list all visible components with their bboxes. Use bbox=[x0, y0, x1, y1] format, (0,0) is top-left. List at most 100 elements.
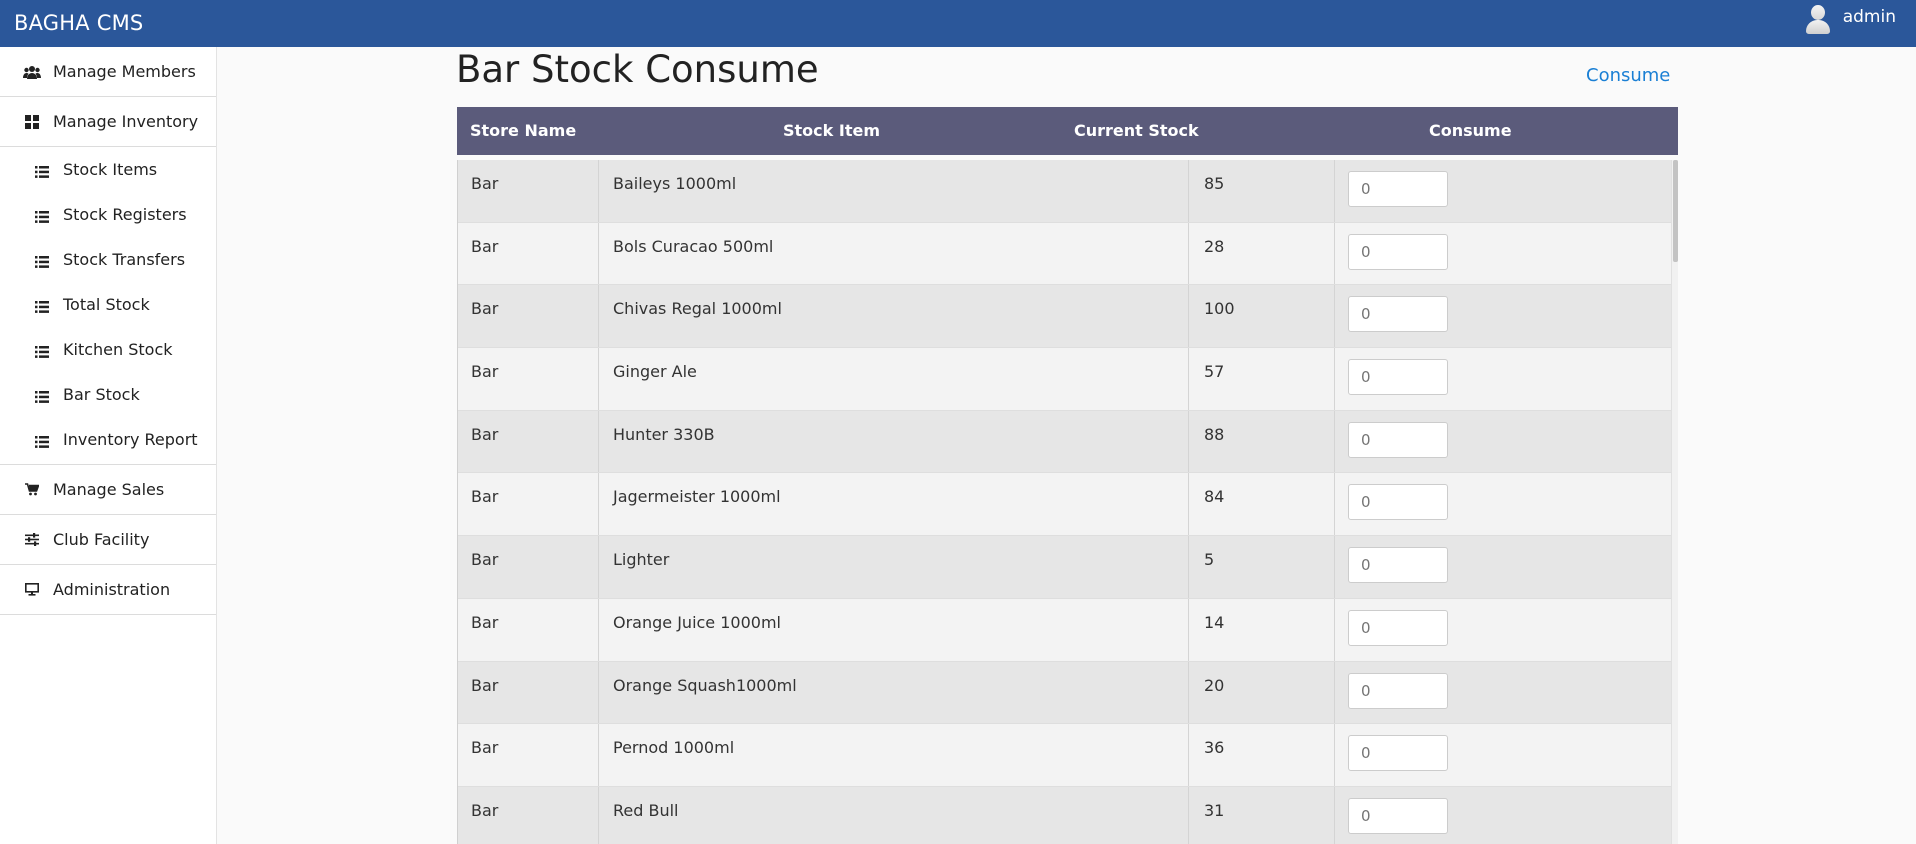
list-icon bbox=[35, 253, 51, 268]
consume-cell bbox=[1335, 348, 1671, 410]
sidebar-item-manage-members[interactable]: Manage Members bbox=[0, 47, 216, 97]
header-store-name[interactable]: Store Name bbox=[470, 121, 576, 140]
consume-cell bbox=[1335, 411, 1671, 473]
inventory-submenu: Stock Items Stock Registers Stock Transf… bbox=[0, 147, 216, 465]
user-name[interactable]: admin bbox=[1843, 7, 1896, 27]
sidebar-item-label: Inventory Report bbox=[63, 430, 198, 449]
table-scrollbar[interactable] bbox=[1671, 160, 1678, 844]
consume-input[interactable] bbox=[1348, 171, 1448, 207]
user-avatar-icon[interactable] bbox=[1803, 4, 1833, 34]
sliders-icon bbox=[22, 532, 42, 548]
stock-table: Store Name Stock Item Current Stock Cons… bbox=[457, 107, 1678, 844]
scrollbar-thumb[interactable] bbox=[1673, 160, 1678, 262]
store-name-cell: Bar bbox=[458, 410, 599, 473]
sidebar-item-administration[interactable]: Administration bbox=[0, 565, 216, 615]
consume-input[interactable] bbox=[1348, 609, 1448, 646]
users-icon bbox=[22, 64, 42, 80]
list-icon bbox=[35, 163, 51, 178]
sidebar-item-club-facility[interactable]: Club Facility bbox=[0, 515, 216, 565]
list-icon bbox=[35, 208, 51, 223]
sidebar-item-label: Stock Transfers bbox=[63, 250, 186, 269]
stock-item-cell: Pernod 1000ml bbox=[599, 724, 1189, 786]
header-consume[interactable]: Consume bbox=[1429, 121, 1512, 140]
monitor-icon bbox=[22, 582, 42, 598]
store-name-cell: Bar bbox=[458, 348, 599, 410]
consume-input[interactable] bbox=[1348, 233, 1448, 270]
sidebar-item-manage-inventory[interactable]: Manage Inventory bbox=[0, 97, 216, 147]
table-header: Store Name Stock Item Current Stock Cons… bbox=[457, 107, 1678, 155]
consume-cell bbox=[1335, 599, 1671, 661]
header-stock-item[interactable]: Stock Item bbox=[783, 121, 880, 140]
table-row: Bar Jagermeister 1000ml 84 bbox=[458, 473, 1671, 537]
list-icon bbox=[35, 388, 51, 403]
consume-cell bbox=[1335, 662, 1671, 724]
header-current-stock[interactable]: Current Stock bbox=[1074, 121, 1199, 140]
sidebar-item-stock-items[interactable]: Stock Items bbox=[0, 147, 216, 192]
brand-title[interactable]: BAGHA CMS bbox=[14, 11, 143, 35]
consume-input[interactable] bbox=[1348, 547, 1448, 584]
store-name-cell: Bar bbox=[458, 724, 599, 786]
consume-cell bbox=[1335, 536, 1671, 598]
consume-input[interactable] bbox=[1348, 484, 1448, 521]
sidebar-item-kitchen-stock[interactable]: Kitchen Stock bbox=[0, 327, 216, 372]
consume-cell bbox=[1335, 473, 1671, 535]
table-row: Bar Hunter 330B 88 bbox=[458, 410, 1671, 474]
sidebar-item-label: Club Facility bbox=[53, 530, 150, 549]
table-row: Bar Orange Squash1000ml 20 bbox=[458, 661, 1671, 725]
current-stock-cell: 85 bbox=[1189, 160, 1335, 222]
sidebar-item-label: Total Stock bbox=[63, 295, 150, 314]
table-row: Bar Bols Curacao 500ml 28 bbox=[458, 222, 1671, 286]
current-stock-cell: 36 bbox=[1189, 724, 1335, 786]
table-row: Bar Pernod 1000ml 36 bbox=[458, 724, 1671, 787]
user-menu[interactable]: admin bbox=[1803, 4, 1896, 34]
consume-cell bbox=[1335, 223, 1671, 285]
current-stock-cell: 100 bbox=[1189, 285, 1335, 348]
list-icon bbox=[35, 298, 51, 313]
cart-icon bbox=[22, 482, 42, 498]
current-stock-cell: 88 bbox=[1189, 410, 1335, 473]
consume-input[interactable] bbox=[1348, 296, 1448, 333]
stock-item-cell: Orange Squash1000ml bbox=[599, 661, 1189, 724]
sidebar-item-bar-stock[interactable]: Bar Stock bbox=[0, 372, 216, 417]
store-name-cell: Bar bbox=[458, 536, 599, 598]
consume-input[interactable] bbox=[1348, 421, 1448, 458]
sidebar-item-label: Stock Registers bbox=[63, 205, 187, 224]
sidebar-item-total-stock[interactable]: Total Stock bbox=[0, 282, 216, 327]
consume-input[interactable] bbox=[1348, 735, 1448, 772]
consume-button[interactable]: Consume bbox=[1586, 65, 1670, 86]
table-row: Bar Red Bull 31 bbox=[458, 786, 1671, 844]
current-stock-cell: 14 bbox=[1189, 598, 1335, 661]
store-name-cell: Bar bbox=[458, 160, 599, 222]
current-stock-cell: 84 bbox=[1189, 473, 1335, 536]
store-name-cell: Bar bbox=[458, 661, 599, 724]
consume-input[interactable] bbox=[1348, 359, 1448, 396]
sidebar-item-label: Administration bbox=[53, 580, 171, 599]
table-row: Bar Lighter 5 bbox=[458, 536, 1671, 599]
stock-item-cell: Red Bull bbox=[599, 786, 1189, 844]
store-name-cell: Bar bbox=[458, 285, 599, 348]
stock-item-cell: Ginger Ale bbox=[599, 348, 1189, 410]
store-name-cell: Bar bbox=[458, 222, 599, 285]
consume-cell bbox=[1335, 787, 1671, 844]
table-row: Bar Chivas Regal 1000ml 100 bbox=[458, 285, 1671, 349]
store-name-cell: Bar bbox=[458, 598, 599, 661]
sidebar-item-label: Bar Stock bbox=[63, 385, 140, 404]
consume-cell bbox=[1335, 285, 1671, 347]
consume-input[interactable] bbox=[1348, 672, 1448, 709]
consume-input[interactable] bbox=[1348, 797, 1448, 834]
table-row: Bar Baileys 1000ml 85 bbox=[458, 160, 1671, 223]
sidebar-item-inventory-report[interactable]: Inventory Report bbox=[0, 417, 216, 462]
current-stock-cell: 57 bbox=[1189, 348, 1335, 410]
sidebar-item-stock-transfers[interactable]: Stock Transfers bbox=[0, 237, 216, 282]
sidebar-item-stock-registers[interactable]: Stock Registers bbox=[0, 192, 216, 237]
table-row: Bar Ginger Ale 57 bbox=[458, 348, 1671, 411]
stock-item-cell: Jagermeister 1000ml bbox=[599, 473, 1189, 536]
stock-item-cell: Hunter 330B bbox=[599, 410, 1189, 473]
grid-icon bbox=[22, 114, 42, 130]
current-stock-cell: 20 bbox=[1189, 661, 1335, 724]
sidebar-item-label: Manage Inventory bbox=[53, 112, 199, 131]
sidebar-item-manage-sales[interactable]: Manage Sales bbox=[0, 465, 216, 515]
stock-item-cell: Lighter bbox=[599, 536, 1189, 598]
stock-item-cell: Bols Curacao 500ml bbox=[599, 222, 1189, 285]
table-body[interactable]: Bar Baileys 1000ml 85 Bar Bols Curacao 5… bbox=[457, 160, 1671, 844]
